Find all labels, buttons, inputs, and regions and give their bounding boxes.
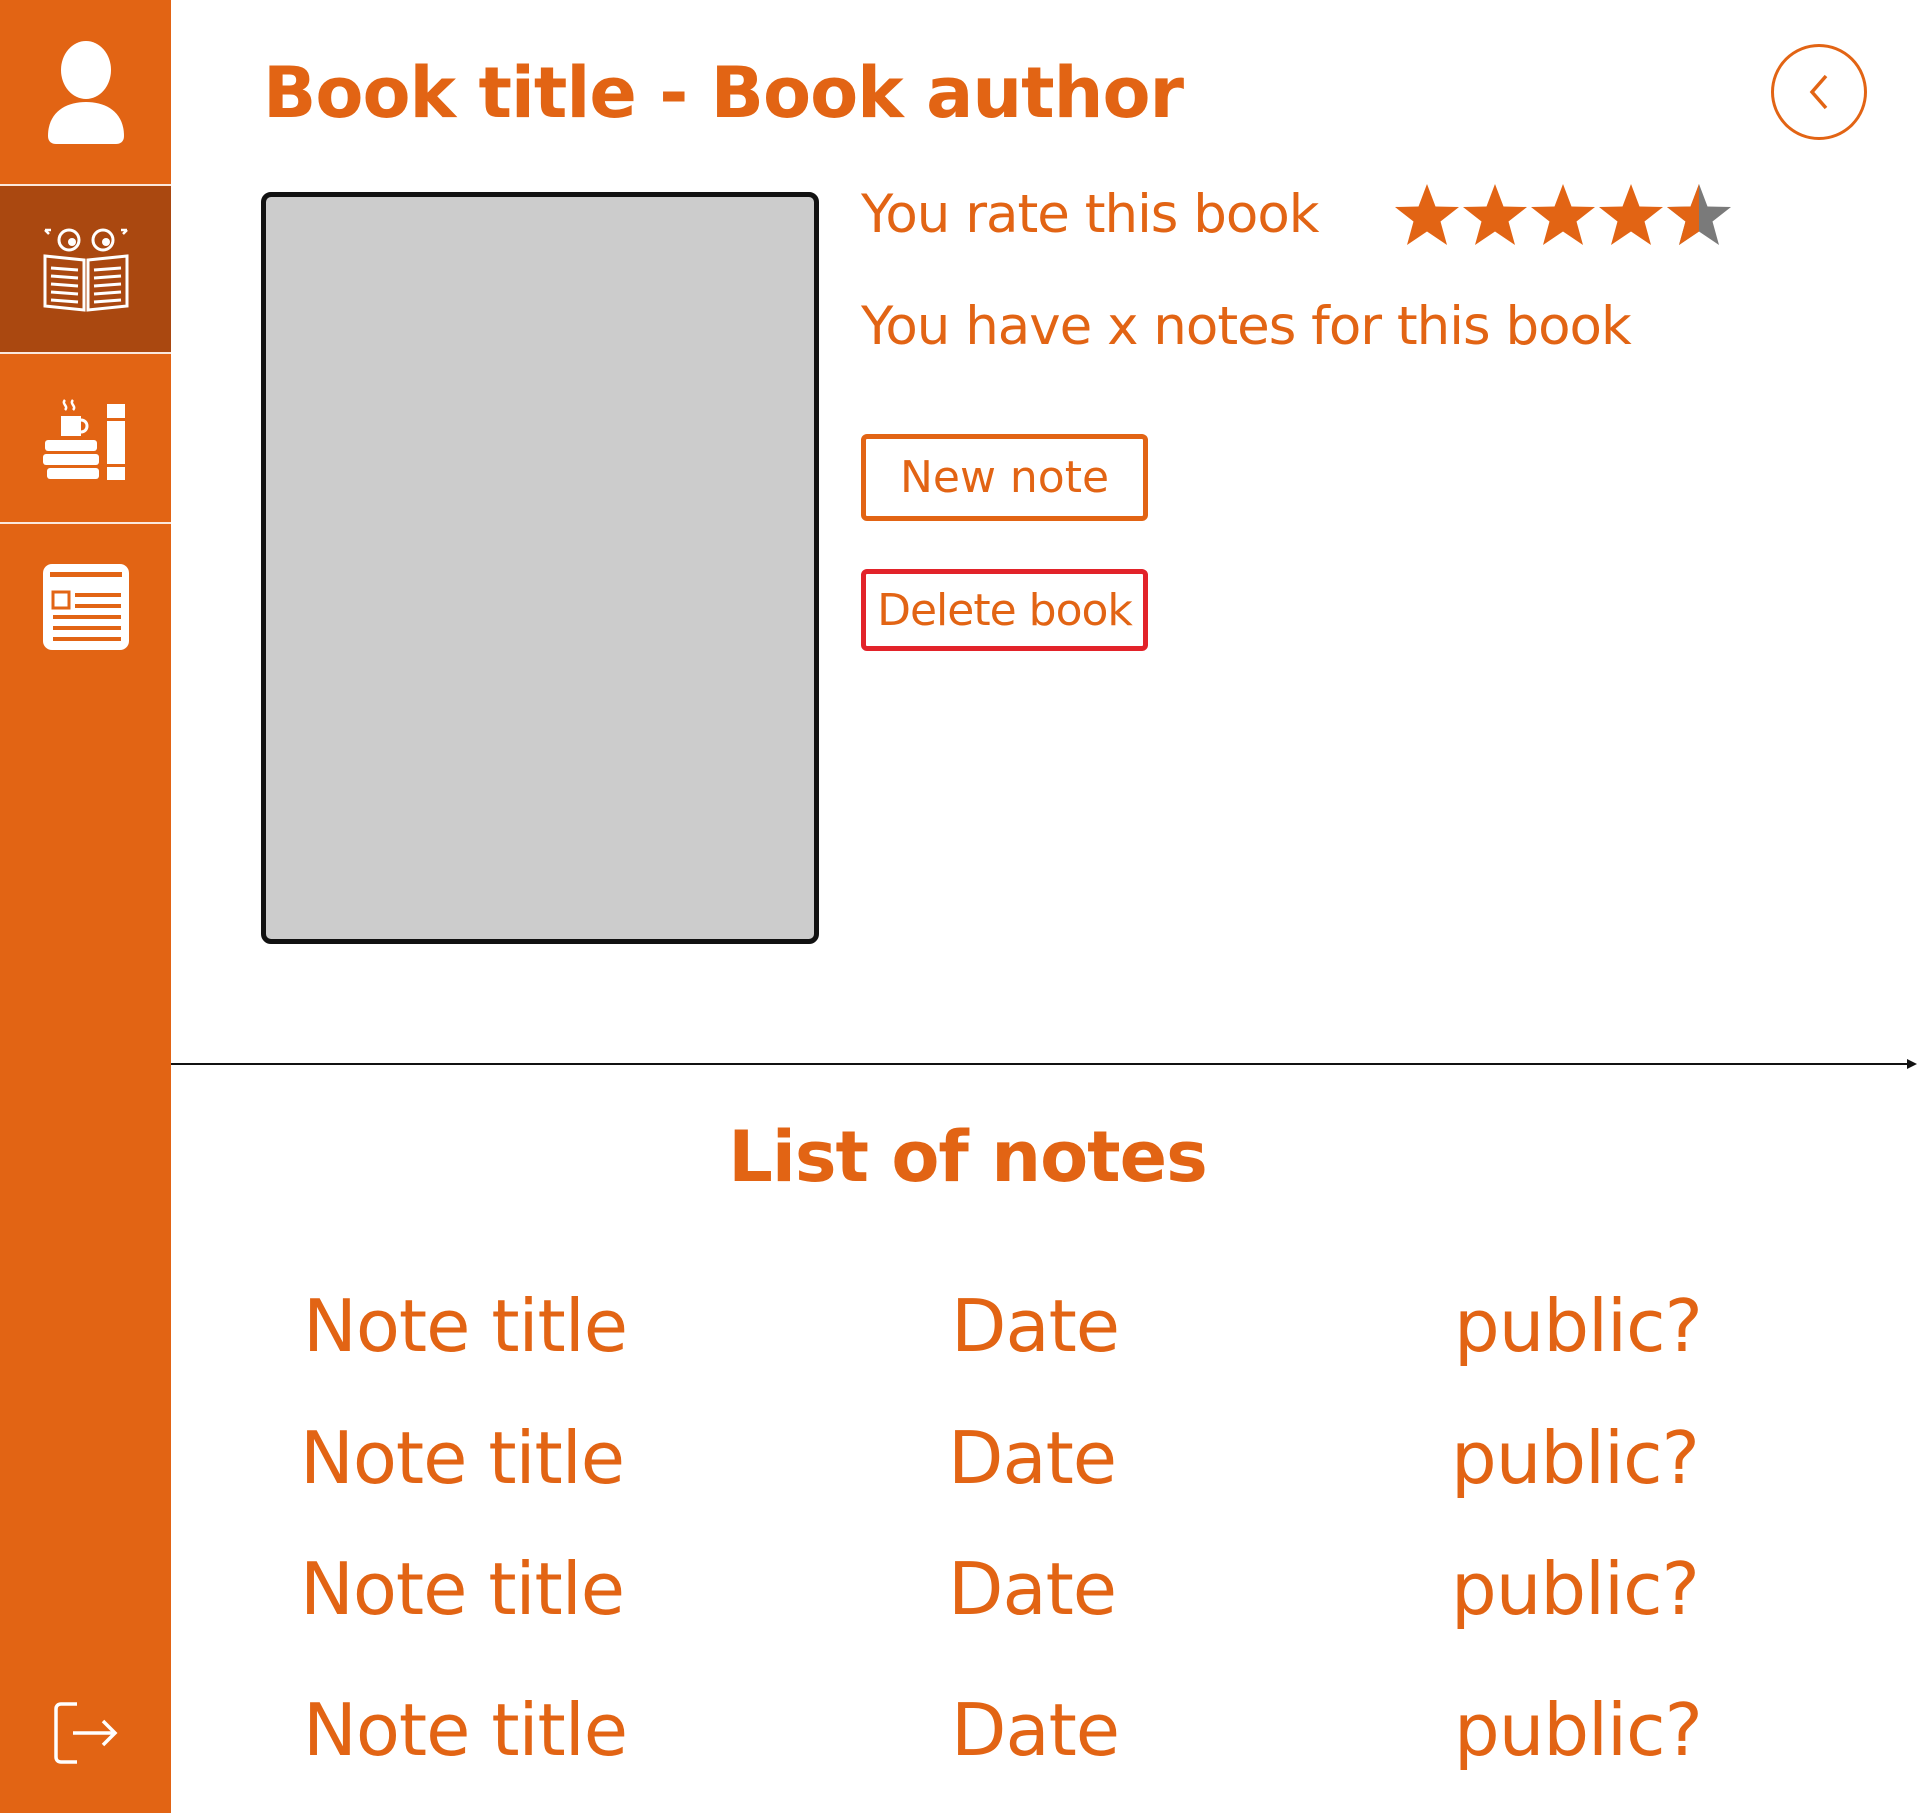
back-button[interactable] (1771, 44, 1867, 140)
notes-list-title: List of notes (171, 1116, 1920, 1198)
sidebar-item-library[interactable] (0, 354, 171, 520)
note-public: public? (1451, 1547, 1700, 1631)
main-content: Book title - Book author You rate this b… (171, 0, 1920, 1813)
logout-icon (53, 1702, 117, 1764)
note-title[interactable]: Note title (303, 1284, 628, 1368)
page-title: Book title - Book author (263, 52, 1184, 134)
notes-count-text: You have x notes for this book (861, 296, 1632, 357)
star-icon[interactable] (1599, 184, 1663, 245)
note-date: Date (948, 1416, 1117, 1500)
sidebar-item-profile[interactable] (0, 0, 171, 184)
user-icon (47, 41, 124, 144)
half-star-icon[interactable] (1667, 184, 1731, 245)
notes-list-title-text: List of notes (728, 1116, 1208, 1198)
sidebar-item-news[interactable] (0, 524, 171, 690)
section-divider (171, 1063, 1911, 1065)
chevron-left-icon (1809, 74, 1828, 110)
divider-arrow-icon (1907, 1059, 1917, 1069)
rating-stars[interactable] (1393, 182, 1743, 250)
new-note-button[interactable]: New note (861, 434, 1148, 521)
sidebar-item-reading[interactable] (0, 186, 171, 352)
logout-button[interactable] (0, 1690, 171, 1776)
delete-book-button[interactable]: Delete book (861, 569, 1148, 651)
note-public: public? (1451, 1416, 1700, 1500)
rating-label: You rate this book (861, 184, 1319, 245)
note-row[interactable]: Note title Date public? (171, 1688, 1920, 1778)
note-title[interactable]: Note title (300, 1547, 625, 1631)
note-title[interactable]: Note title (303, 1688, 628, 1772)
note-row[interactable]: Note title Date public? (171, 1284, 1920, 1374)
note-date: Date (951, 1688, 1120, 1772)
note-date: Date (948, 1547, 1117, 1631)
note-row[interactable]: Note title Date public? (171, 1547, 1920, 1637)
note-public: public? (1454, 1284, 1703, 1368)
book-cover-placeholder (261, 192, 819, 944)
note-date: Date (951, 1284, 1120, 1368)
star-icon[interactable] (1531, 184, 1595, 245)
reading-book-icon (43, 228, 128, 312)
star-icon[interactable] (1395, 184, 1459, 245)
sidebar (0, 0, 171, 1813)
star-icon[interactable] (1463, 184, 1527, 245)
note-public: public? (1454, 1688, 1703, 1772)
book-stack-mug-icon (42, 399, 125, 480)
note-row[interactable]: Note title Date public? (171, 1416, 1920, 1506)
note-title[interactable]: Note title (300, 1416, 625, 1500)
news-article-icon (42, 564, 129, 650)
